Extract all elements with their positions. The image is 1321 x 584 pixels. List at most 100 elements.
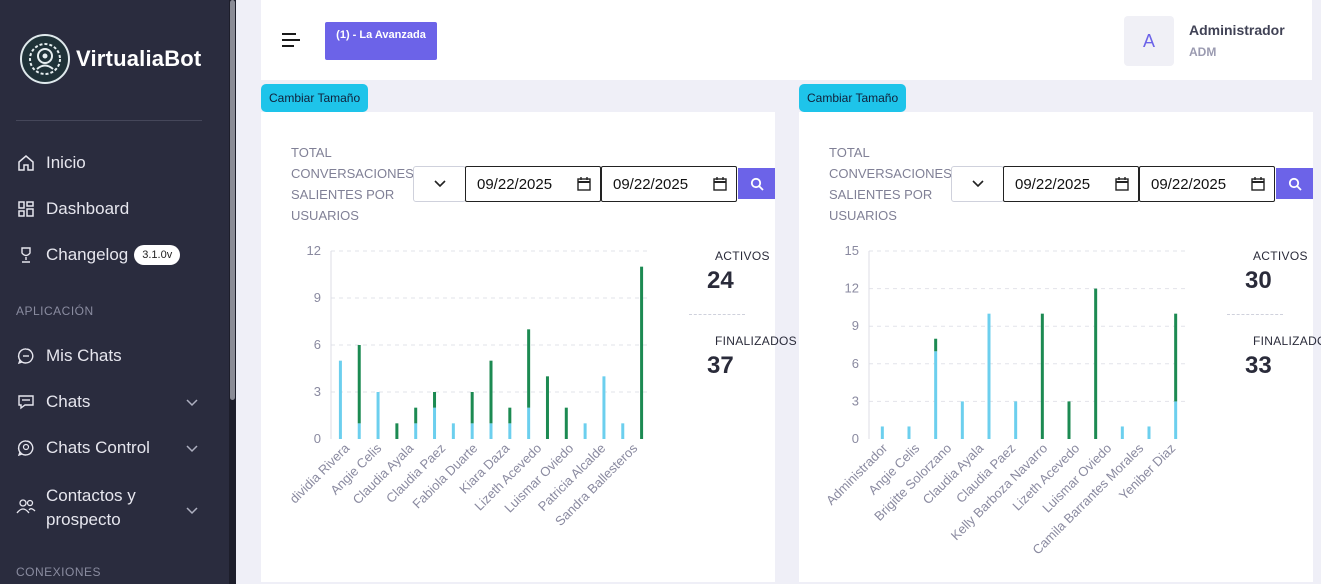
bar-segment (1094, 288, 1098, 439)
card-title: TOTAL CONVERSACIONES SALIENTES POR USUAR… (291, 145, 414, 223)
bar-segment (907, 426, 911, 439)
sidebar-item-mis-chats[interactable]: Mis Chats (16, 346, 206, 366)
sidebar-item-label: Inicio (46, 153, 86, 172)
calendar-icon[interactable] (1251, 177, 1265, 195)
search-button[interactable] (1276, 168, 1313, 199)
bar-segment (489, 423, 493, 439)
search-icon (750, 177, 764, 191)
y-tick-label: 3 (852, 393, 859, 408)
sidebar-item-chats[interactable]: Chats (16, 392, 206, 412)
sidebar-scrollbar-thumb[interactable] (230, 0, 235, 400)
chat-square-icon (16, 392, 36, 412)
sidebar-item-contactos[interactable]: Contactos y prospecto (16, 484, 206, 532)
users-icon (16, 496, 36, 516)
company-selector-button[interactable]: (1) - La Avanzada (325, 22, 437, 60)
bar-segment (433, 392, 437, 408)
y-tick-label: 9 (852, 318, 859, 333)
date-value: 09/22/2025 (1015, 175, 1091, 193)
search-button[interactable] (738, 168, 775, 199)
calendar-icon[interactable] (1115, 177, 1129, 195)
y-tick-label: 6 (852, 356, 859, 371)
resize-button[interactable]: Cambiar Tamaño (261, 84, 369, 112)
chevron-down-icon (186, 392, 198, 412)
filter-select[interactable] (413, 166, 466, 202)
chevron-down-icon (186, 500, 198, 520)
bar-segment (1014, 401, 1018, 439)
section-conexiones: CONEXIONES (16, 565, 102, 579)
finalizados-value: 33 (1245, 352, 1272, 379)
y-tick-label: 0 (314, 431, 321, 446)
brand-name: VirtualiaBot (76, 46, 202, 71)
filter-select[interactable] (951, 166, 1004, 202)
chat-search-icon (16, 438, 36, 458)
activos-value: 24 (707, 267, 734, 294)
home-icon (16, 153, 36, 173)
chart-card: TOTAL CONVERSACIONES SALIENTES POR USUAR… (799, 112, 1321, 582)
bar-segment (527, 329, 531, 408)
date-from-input[interactable]: 09/22/2025 (465, 166, 601, 202)
date-value: 09/22/2025 (613, 175, 689, 193)
y-tick-label: 0 (852, 431, 859, 446)
bar-segment (527, 407, 531, 439)
sidebar-item-label: Contactos y prospecto (46, 486, 136, 529)
bar-segment (508, 423, 512, 439)
bar-segment (564, 407, 568, 439)
calendar-icon[interactable] (713, 177, 727, 195)
bar-segment (1067, 401, 1071, 439)
menu-icon[interactable] (281, 32, 301, 53)
user-name: Administrador (1189, 22, 1285, 38)
chart-card: TOTAL CONVERSACIONES SALIENTES POR USUAR… (261, 112, 797, 582)
bar-segment (960, 401, 964, 439)
stat-divider (1227, 314, 1283, 315)
avatar[interactable]: A (1124, 16, 1174, 66)
y-tick-label: 6 (314, 337, 321, 352)
calendar-icon[interactable] (577, 177, 591, 195)
version-badge: 3.1.0v (134, 245, 181, 265)
user-role: ADM (1189, 45, 1217, 59)
bar-segment (376, 392, 380, 439)
bar-segment (395, 423, 399, 439)
bar-segment (508, 407, 512, 424)
trophy-icon (16, 245, 36, 265)
brand[interactable]: VirtualiaBot (20, 34, 201, 84)
card-title: TOTAL CONVERSACIONES SALIENTES POR USUAR… (829, 145, 952, 223)
sidebar-item-inicio[interactable]: Inicio (16, 153, 206, 173)
date-to-input[interactable]: 09/22/2025 (1139, 166, 1275, 202)
grid-icon (16, 199, 36, 219)
date-to-input[interactable]: 09/22/2025 (601, 166, 737, 202)
sidebar-item-label: Changelog (46, 245, 129, 264)
finalizados-label: FINALIZADOS (715, 334, 797, 348)
sidebar-item-dashboard[interactable]: Dashboard (16, 199, 206, 219)
bar-segment (1174, 313, 1178, 402)
bar-segment (357, 345, 361, 424)
bar-segment (338, 360, 342, 439)
bar-segment (1147, 426, 1151, 439)
y-tick-label: 3 (314, 384, 321, 399)
sidebar-item-chats-control[interactable]: Chats Control (16, 438, 206, 458)
bar-segment (987, 313, 991, 439)
finalizados-label: FINALIZADOS (1253, 334, 1321, 348)
sidebar-item-label: Chats Control (46, 438, 150, 457)
chevron-down-icon (433, 180, 446, 188)
bar-segment (451, 423, 455, 439)
activos-label: ACTIVOS (715, 249, 770, 263)
y-tick-label: 9 (314, 290, 321, 305)
stat-divider (689, 314, 745, 315)
bar-segment (470, 423, 474, 439)
robot-logo-icon (20, 34, 70, 84)
chat-icon (16, 346, 36, 366)
bar-segment (470, 392, 474, 424)
resize-button[interactable]: Cambiar Tamaño (799, 84, 907, 112)
sidebar-item-label: Dashboard (46, 199, 130, 218)
date-from-input[interactable]: 09/22/2025 (1003, 166, 1139, 202)
bar-segment (357, 423, 361, 439)
sidebar-item-changelog[interactable]: Changelog 3.1.0v (16, 245, 206, 265)
bar-segment (934, 338, 938, 352)
activos-label: ACTIVOS (1253, 249, 1308, 263)
chevron-down-icon (186, 438, 198, 458)
chevron-down-icon (971, 180, 984, 188)
bar-segment (545, 376, 549, 439)
bar-segment (934, 351, 938, 439)
activos-value: 30 (1245, 267, 1272, 294)
date-value: 09/22/2025 (1151, 175, 1227, 193)
